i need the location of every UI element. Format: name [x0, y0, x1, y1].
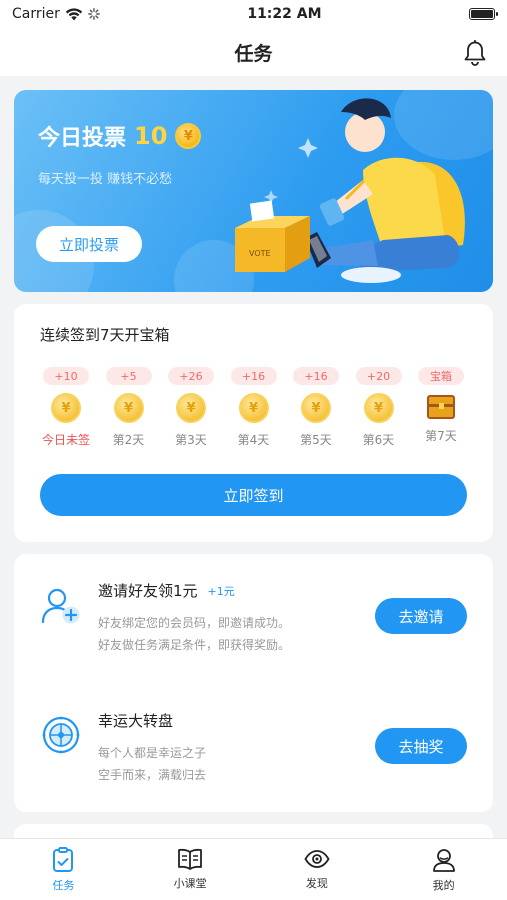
lottery-button[interactable]: 去抽奖 — [375, 728, 467, 764]
page-title: 任务 — [234, 42, 273, 65]
reward-pill: +26 — [168, 367, 214, 385]
reward-pill: +20 — [355, 367, 402, 385]
signin-now-button[interactable]: 立即签到 — [40, 474, 467, 516]
task-name-text: 幸运大转盘 — [98, 712, 174, 730]
task-invite: 邀请好友领1元 +1元 好友绑定您的会员码，即邀请成功。 好友做任务满足条件，即… — [14, 554, 493, 674]
signin-day: +20 ¥ 第6天 — [353, 367, 405, 448]
signin-day: +10 ¥ 今日未签 — [40, 367, 92, 448]
tab-classroom[interactable]: 小课堂 — [127, 839, 254, 900]
tab-mine[interactable]: 我的 — [380, 839, 507, 900]
user-icon — [432, 849, 455, 872]
reward-pill: +5 — [105, 367, 152, 385]
signin-card: 连续签到7天开宝箱 +10 ¥ 今日未签 +5 ¥ 第2天 +26 ¥ 第3天 +16 ¥ 第4天 +1… — [14, 304, 493, 542]
task-name: 幸运大转盘 — [98, 710, 173, 731]
signin-day: +16 ¥ 第5天 — [290, 367, 342, 448]
task-name: 邀请好友领1元 +1元 — [98, 580, 235, 601]
reward-pill: +16 — [293, 367, 339, 385]
day-label: 今日未签 — [41, 433, 90, 447]
day-label: 第6天 — [362, 433, 395, 447]
task-reward-badge: +1元 — [207, 584, 235, 598]
task-description: 好友做任务满足条件，即获得奖励。 — [98, 638, 291, 652]
vote-banner[interactable]: 今日投票 10 ¥ 每天投一投 赚钱不必愁 立即投票 VOTE — [14, 90, 493, 292]
task-name-text: 邀请好友领1元 — [98, 582, 198, 600]
reward-pill: 宝箱 — [418, 367, 464, 385]
signin-day: 宝箱第7天 — [415, 367, 467, 448]
day-label: 第5天 — [300, 433, 332, 447]
coin-icon: ¥ — [113, 393, 144, 423]
book-icon — [178, 848, 203, 870]
battery-icon — [468, 8, 498, 20]
day-label: 第3天 — [175, 433, 207, 447]
coin-icon: ¥ — [301, 393, 331, 423]
nav-bar: 任务 — [0, 28, 507, 76]
vote-now-button[interactable]: 立即投票 — [36, 226, 142, 262]
coin-icon: ¥ — [51, 393, 81, 423]
signin-title: 连续签到7天开宝箱 — [40, 326, 170, 344]
tasks-card: 邀请好友领1元 +1元 好友绑定您的会员码，即邀请成功。 好友做任务满足条件，即… — [14, 554, 493, 812]
task-lucky-wheel: 幸运大转盘 每个人都是幸运之子 空手而来，满载归去 去抽奖 — [14, 684, 493, 804]
tab-label: 任务 — [52, 879, 75, 892]
signin-day: +26 ¥ 第3天 — [165, 367, 217, 448]
tab-tasks[interactable]: 任务 — [0, 839, 127, 900]
invite-button[interactable]: 去邀请 — [375, 598, 467, 634]
banner-title: 今日投票 10 ¥ — [38, 120, 202, 152]
clock: 11:22 AM — [247, 6, 322, 22]
tab-label: 小课堂 — [173, 877, 207, 890]
voting-person-illustration: VOTE — [235, 98, 465, 283]
activity-spinner-icon — [87, 8, 100, 20]
carrier-label: Carrier — [12, 6, 60, 22]
reward-pill: +10 — [43, 367, 89, 385]
eye-icon — [304, 850, 330, 868]
day-label: 第4天 — [237, 433, 270, 447]
coin-icon: ¥ — [363, 393, 394, 423]
invite-user-icon — [41, 588, 80, 624]
wifi-icon — [65, 7, 83, 20]
reward-pill: +16 — [230, 367, 277, 385]
banner-subtitle: 每天投一投 赚钱不必愁 — [38, 172, 173, 187]
banner-title-text: 今日投票 — [38, 126, 127, 151]
day-label: 第7天 — [425, 429, 457, 443]
tab-discover[interactable]: 发现 — [254, 839, 381, 900]
ballot-box-label: VOTE — [249, 249, 271, 258]
status-bar: Carrier 11:22 AM — [0, 0, 507, 28]
lucky-wheel-icon — [42, 716, 80, 754]
coin-icon: ¥ — [238, 393, 269, 423]
day-label: 第2天 — [112, 433, 145, 447]
task-description: 好友绑定您的会员码，即邀请成功。 — [98, 616, 291, 630]
task-description: 每个人都是幸运之子 — [98, 746, 207, 760]
bell-icon[interactable] — [463, 40, 487, 66]
task-icon — [53, 847, 74, 872]
signin-days: +10 ¥ 今日未签 +5 ¥ 第2天 +26 ¥ 第3天 +16 ¥ 第4天 +16 ¥ 第5天 +20 ¥ 第… — [40, 367, 467, 448]
signin-day: +5 ¥ 第2天 — [103, 367, 155, 448]
tab-label: 我的 — [432, 879, 455, 892]
coin-icon: ¥ — [176, 393, 206, 423]
banner-vote-count: 10 — [134, 122, 168, 150]
tab-label: 发现 — [305, 877, 328, 890]
coin-icon: ¥ — [175, 123, 202, 149]
treasure-chest-icon — [427, 395, 455, 419]
signin-day: +16 ¥ 第4天 — [228, 367, 280, 448]
task-description: 空手而来，满载归去 — [98, 768, 207, 782]
tab-bar: 任务 小课堂 发现 我的 — [0, 838, 507, 900]
